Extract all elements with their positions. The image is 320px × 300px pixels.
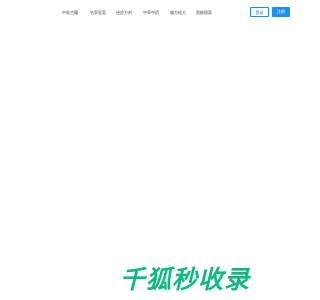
nav-item-ancient-books[interactable]: 中医古籍 [62, 7, 78, 19]
nav-item-prescriptions[interactable]: 经验方剂 [116, 7, 132, 19]
nav-item-folk-remedies[interactable]: 偏方秘方 [170, 7, 186, 19]
nav-item-smart-search[interactable]: 智能搜索 [196, 7, 212, 19]
register-button[interactable]: 注册 [272, 7, 290, 17]
top-header: 中医古籍 名家医案 经验方剂 中草中药 偏方秘方 智能搜索 登录 注册 [0, 0, 300, 24]
nav-item-case-records[interactable]: 名家医案 [90, 7, 106, 19]
nav-item-herbal-medicine[interactable]: 中草中药 [143, 7, 159, 19]
brand-watermark: 千狐秒收录 [120, 265, 251, 294]
login-button[interactable]: 登录 [250, 7, 269, 17]
